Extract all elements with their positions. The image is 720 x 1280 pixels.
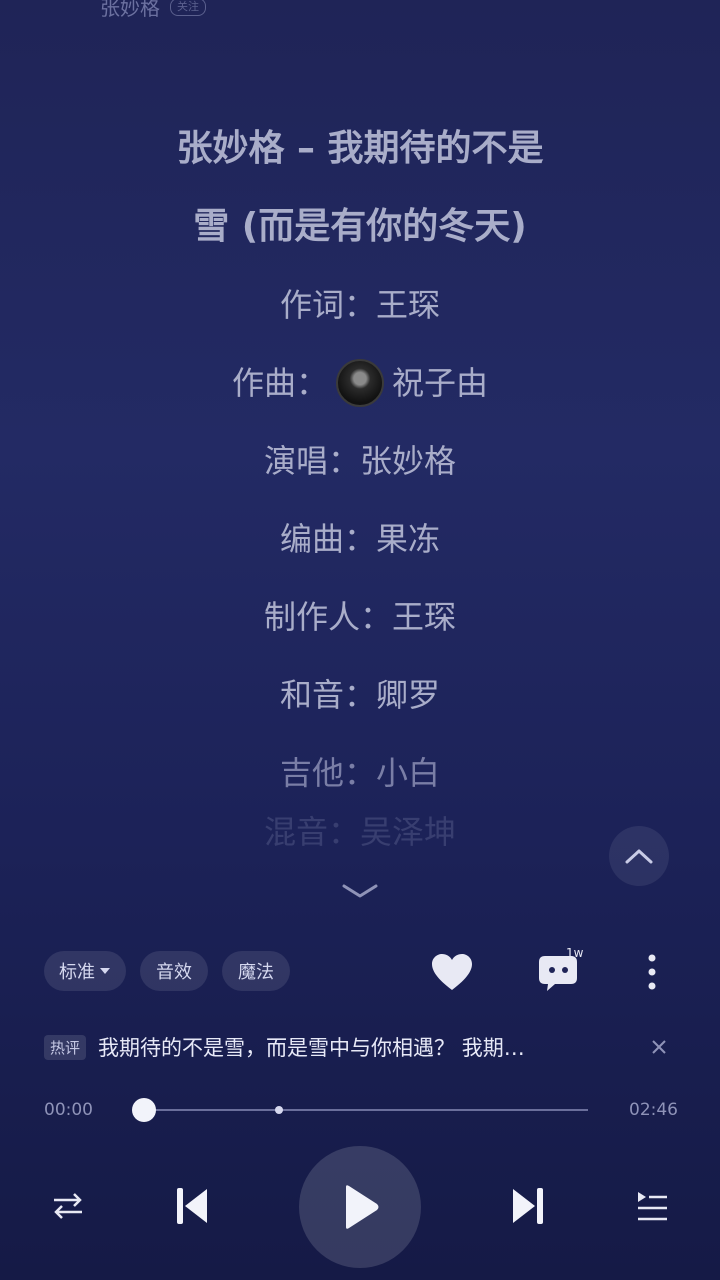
play-button[interactable] <box>299 1146 421 1268</box>
lyric-text: 编曲：果冻 <box>279 520 440 558</box>
effects-label: 音效 <box>156 962 192 983</box>
follow-button[interactable]: 关注 <box>170 0 206 16</box>
composer-avatar[interactable] <box>336 359 384 407</box>
playlist-button[interactable] <box>632 1186 672 1226</box>
lyric-line: 吉他：小白 <box>0 734 720 812</box>
more-options-button[interactable] <box>636 950 668 994</box>
hot-comment-tag: 热评 <box>44 1034 87 1060</box>
total-time: 02:46 <box>629 1100 678 1120</box>
lyric-line: 演唱：张妙格 <box>0 422 720 500</box>
heart-icon <box>432 954 472 990</box>
more-icon <box>648 954 656 990</box>
hot-comment-text[interactable]: 我期待的不是雪，而是雪中与你相遇？ 我期… <box>98 1032 525 1062</box>
composer-name: 祝子由 <box>392 364 489 402</box>
lyric-text: 作曲： <box>231 364 328 402</box>
like-button[interactable] <box>426 946 478 998</box>
previous-button[interactable] <box>170 1184 214 1228</box>
play-icon <box>346 1185 379 1229</box>
lyric-line: 制作人：王琛 <box>0 578 720 656</box>
close-icon <box>652 1040 666 1054</box>
lyrics-panel[interactable]: 张妙格 – 我期待的不是 雪 (而是有你的冬天) 作词：王琛 作曲： 祝子由 演… <box>0 110 720 852</box>
progress-knob[interactable] <box>132 1098 156 1122</box>
hot-comment-bar[interactable]: 热评 我期待的不是雪，而是雪中与你相遇？ 我期… <box>44 1032 684 1062</box>
lyric-text: 制作人：王琛 <box>263 598 456 636</box>
sound-effects-button[interactable]: 音效 <box>140 951 208 991</box>
chevron-down-icon <box>342 884 378 898</box>
collapse-lyrics-button[interactable] <box>340 878 380 904</box>
lyric-text: 混音：吴泽坤 <box>263 813 456 851</box>
magic-label: 魔法 <box>238 962 274 983</box>
shuffle-button[interactable] <box>48 1186 88 1226</box>
caret-down-icon <box>100 968 110 974</box>
chevron-up-icon <box>625 849 653 864</box>
quality-label: 标准 <box>59 962 95 983</box>
playlist-icon <box>638 1192 667 1221</box>
magic-button[interactable]: 魔法 <box>222 951 290 991</box>
progress-buffer-marker <box>275 1106 283 1114</box>
lyric-line: 编曲：果冻 <box>0 500 720 578</box>
lyric-line: 作词：王琛 <box>0 266 720 344</box>
quality-selector[interactable]: 标准 <box>44 951 126 991</box>
lyric-line-composer: 作曲： 祝子由 <box>0 344 720 422</box>
comment-count-badge: 1w <box>566 946 584 960</box>
current-time: 00:00 <box>44 1100 93 1120</box>
lyric-text: 和音：卿罗 <box>279 676 440 714</box>
lyric-line: 和音：卿罗 <box>0 656 720 734</box>
lyric-title-line-1: 张妙格 – 我期待的不是 <box>176 128 544 169</box>
lyric-text: 演唱：张妙格 <box>263 442 456 480</box>
artist-header: 张妙格 关注 <box>100 0 206 21</box>
scroll-to-top-button[interactable] <box>609 826 669 886</box>
lyric-text: 作词：王琛 <box>279 286 440 324</box>
prev-icon <box>177 1188 207 1224</box>
next-button[interactable] <box>506 1184 550 1228</box>
close-comment-button[interactable] <box>644 1032 674 1062</box>
lyric-title-line-2: 雪 (而是有你的冬天) <box>193 206 527 247</box>
artist-name[interactable]: 张妙格 <box>100 0 160 21</box>
shuffle-icon <box>54 1193 82 1219</box>
comments-button[interactable]: 1w <box>530 944 590 1000</box>
lyric-text: 吉他：小白 <box>279 754 440 792</box>
progress-track[interactable] <box>143 1109 588 1111</box>
next-icon <box>513 1188 543 1224</box>
